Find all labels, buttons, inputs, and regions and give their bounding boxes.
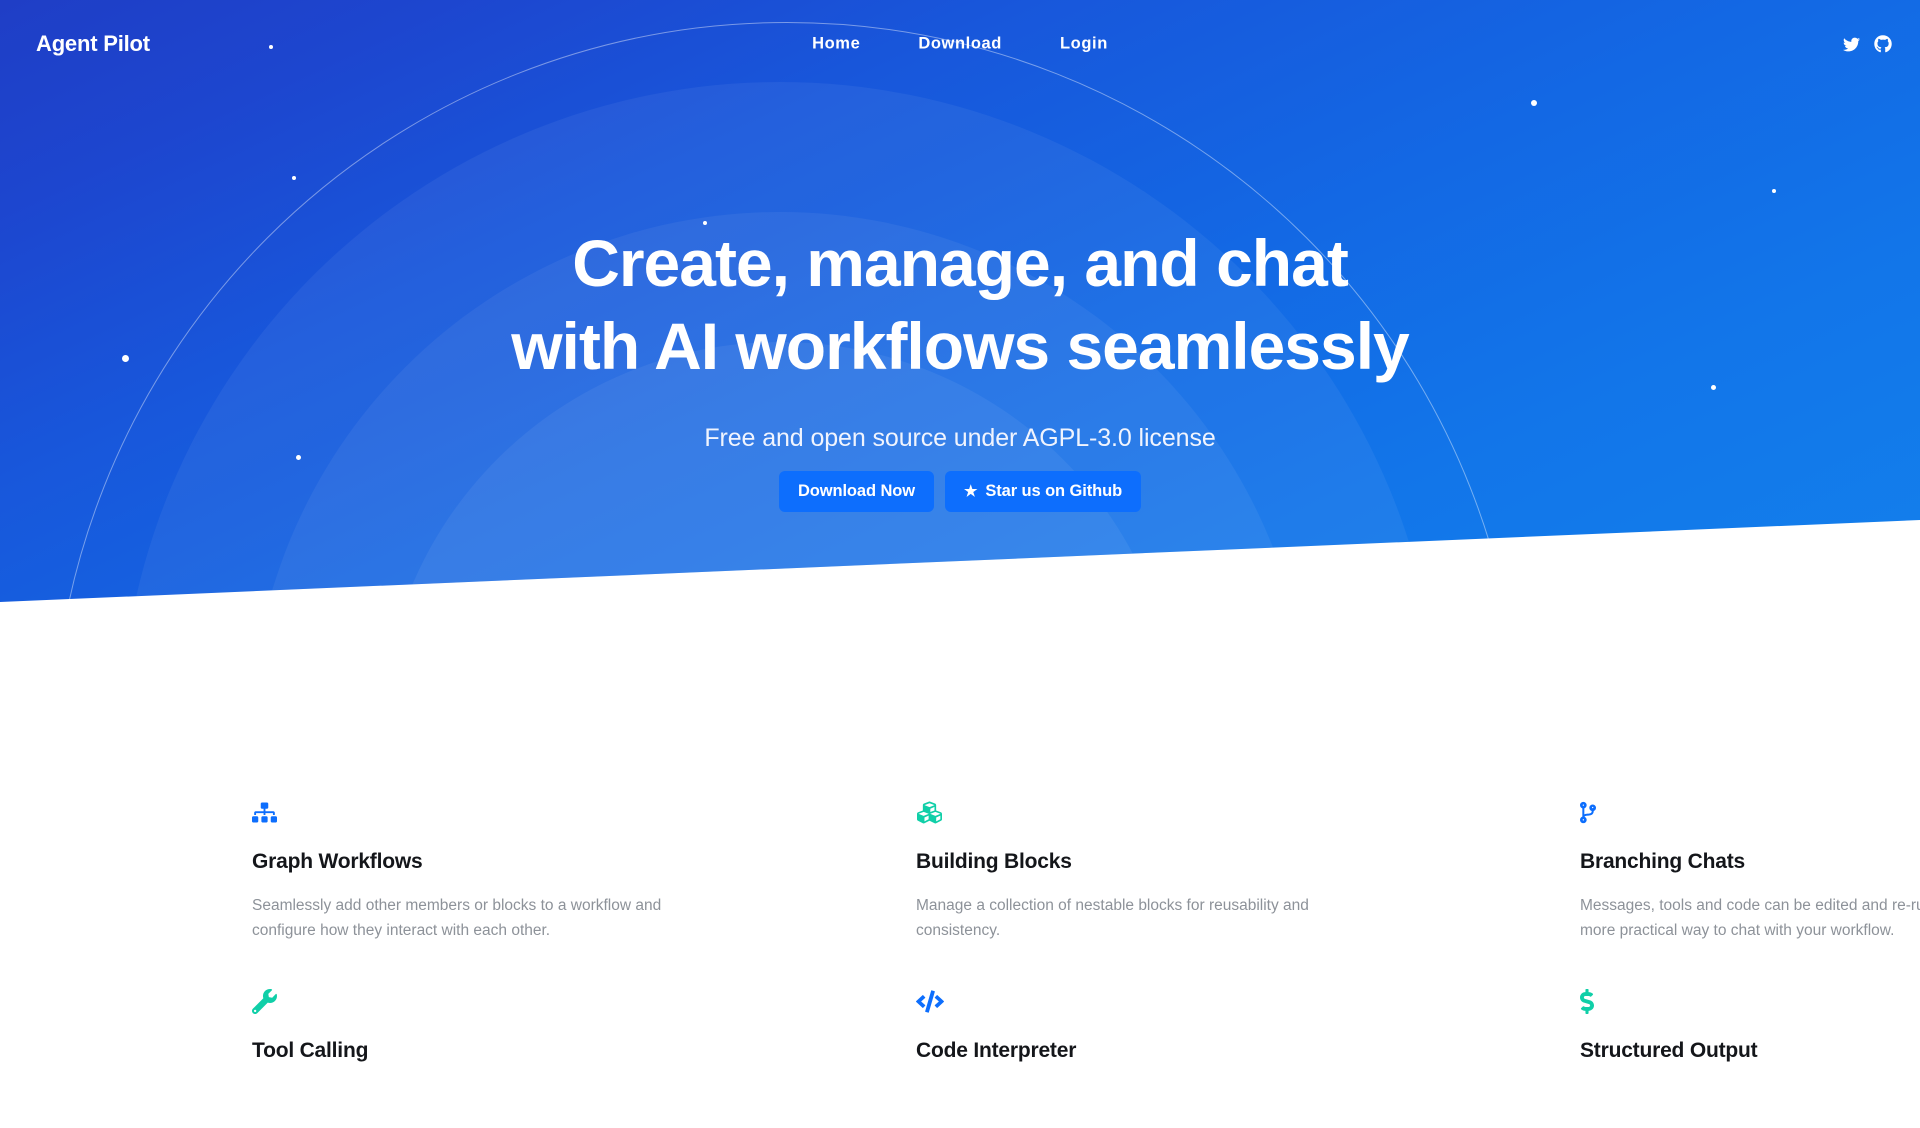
cubes-icon xyxy=(916,800,1356,834)
github-icon[interactable] xyxy=(1874,35,1892,53)
feature-title: Branching Chats xyxy=(1580,850,1746,873)
feature-title: Code Interpreter xyxy=(916,1039,1077,1063)
headline-line-1: Create, manage, and chat xyxy=(572,226,1349,300)
feature-description: Messages, tools and code can be edited a… xyxy=(1580,897,1920,940)
sitemap-icon xyxy=(252,800,692,834)
feature-title: Tool Calling xyxy=(252,1039,369,1063)
feature-card-code-interpreter: Code Interpreter xyxy=(916,989,1356,1128)
feature-title: Structured Output xyxy=(1580,1039,1758,1063)
feature-card-structured-output: Structured Output xyxy=(1580,989,1920,1128)
star-on-github-label: Star us on Github xyxy=(985,482,1123,501)
headline-line-2: with AI workflows seamlessly xyxy=(511,309,1410,384)
feature-title: Graph Workflows xyxy=(252,850,423,873)
hero-subtitle: Free and open source under AGPL-3.0 lice… xyxy=(704,424,1216,453)
feature-card-branching-chats: Branching Chats Messages, tools and code… xyxy=(1580,800,1920,989)
feature-title: Building Blocks xyxy=(916,850,1072,873)
page-title: Create, manage, and chat with AI workflo… xyxy=(0,222,1920,388)
nav-links: Home Download Login xyxy=(812,35,1108,54)
top-navigation: Agent Pilot Home Download Login xyxy=(0,0,1920,92)
hero-cta-row: Download Now ★ Star us on Github xyxy=(0,471,1920,513)
star-icon: ★ xyxy=(963,483,978,501)
dollar-icon xyxy=(1580,989,1920,1023)
features-grid: Graph Workflows Seamlessly add other mem… xyxy=(0,800,1920,1128)
wrench-icon xyxy=(252,989,692,1023)
twitter-icon[interactable] xyxy=(1843,36,1860,53)
feature-description: Seamlessly add other members or blocks t… xyxy=(252,897,662,940)
feature-card-building-blocks: Building Blocks Manage a collection of n… xyxy=(916,800,1356,989)
brand-logo[interactable]: Agent Pilot xyxy=(36,31,150,57)
code-branch-icon xyxy=(1580,800,1920,834)
feature-card-tool-calling: Tool Calling xyxy=(252,989,692,1128)
star-on-github-button[interactable]: ★ Star us on Github xyxy=(944,471,1142,513)
feature-description: Manage a collection of nestable blocks f… xyxy=(916,897,1309,940)
nav-link-login[interactable]: Login xyxy=(1060,35,1108,54)
nav-link-home[interactable]: Home xyxy=(812,35,860,54)
nav-link-download[interactable]: Download xyxy=(918,35,1002,54)
download-now-button[interactable]: Download Now xyxy=(778,471,934,513)
feature-card-graph-workflows: Graph Workflows Seamlessly add other mem… xyxy=(252,800,692,989)
code-icon xyxy=(916,989,1356,1023)
nav-social-links xyxy=(1843,35,1892,53)
